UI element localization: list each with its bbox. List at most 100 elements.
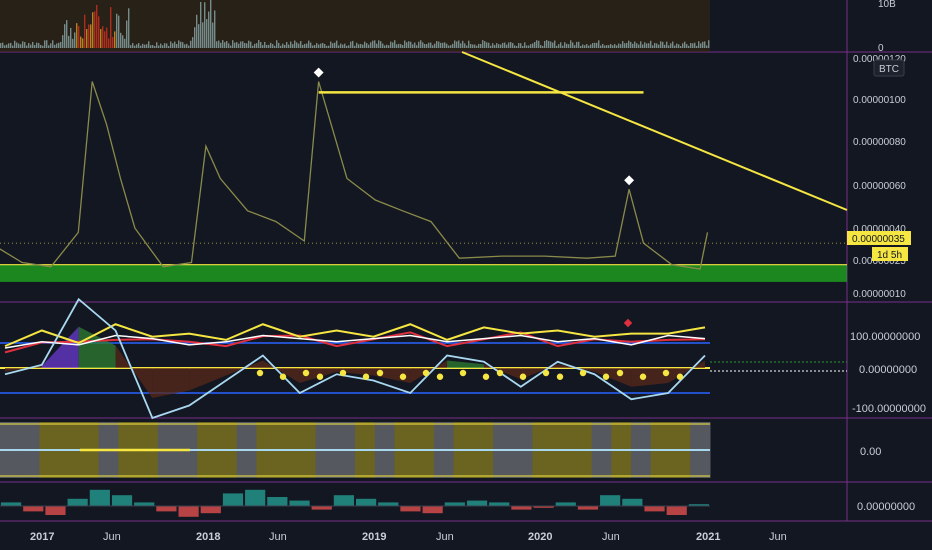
volume-bar (14, 40, 16, 48)
volume-bar (702, 41, 704, 48)
oscillator-signal-dot (639, 373, 647, 380)
volume-bar (144, 44, 146, 48)
volume-bar (640, 41, 642, 48)
volume-bar (258, 40, 260, 48)
currency-badge[interactable]: BTC (879, 64, 899, 75)
volume-bar (122, 35, 124, 48)
regime-axis[interactable]: 0.00 (860, 446, 881, 458)
volume-bar (514, 45, 516, 48)
volume-bar (186, 43, 188, 48)
volume-bar (92, 12, 94, 48)
volume-bar (646, 43, 648, 48)
volume-bar (220, 42, 222, 48)
volume-bar (222, 40, 224, 48)
volume-bar (246, 43, 248, 48)
volume-bar (236, 42, 238, 48)
regime-panel (0, 422, 711, 478)
volume-bar (478, 43, 480, 48)
time-axis-label: Jun (269, 531, 287, 543)
volume-bar (468, 40, 470, 48)
volume-bar (192, 37, 194, 48)
volume-bar (408, 41, 410, 48)
volume-bar (592, 43, 594, 48)
volume-bar (364, 41, 366, 48)
volume-bar (70, 27, 72, 48)
volume-bar (84, 14, 86, 49)
volume-bar (690, 43, 692, 48)
volume-bar (348, 45, 350, 48)
volume-bar (86, 29, 88, 48)
volume-panel (0, 0, 710, 52)
regime-axis-label: 0.00 (860, 446, 881, 458)
volume-bar (244, 42, 246, 48)
oscillator-signal-dot (376, 369, 384, 377)
volume-bar (376, 43, 378, 48)
volume-bar (384, 45, 386, 48)
volume-bar (456, 41, 458, 48)
chart-canvas[interactable]: 10B 0 0.00000120 0.00000100 0.00000080 0… (0, 0, 932, 550)
histogram-bar (178, 506, 199, 517)
volume-bar (330, 41, 332, 48)
oscillator-axis-label: 100.00000000 (850, 331, 920, 343)
oscillator-signal-dot (519, 373, 527, 380)
volume-bar (564, 42, 566, 48)
volume-bar (486, 42, 488, 48)
volume-bar (320, 43, 322, 48)
histogram-bar (444, 502, 465, 506)
volume-bar (624, 43, 626, 48)
volume-bar (230, 45, 232, 48)
volume-bar (648, 43, 650, 48)
volume-bar (216, 41, 218, 48)
volume-bar (558, 44, 560, 48)
volume-bar (176, 43, 178, 48)
volume-bar (436, 41, 438, 48)
volume-bar (412, 44, 414, 48)
volume-bar (38, 43, 40, 48)
histogram-axis[interactable]: 0.00000000 (857, 501, 915, 513)
histogram-bar (577, 506, 599, 510)
volume-bar (506, 44, 508, 48)
volume-bar (554, 40, 556, 48)
volume-bar (638, 44, 640, 48)
volume-bar (10, 42, 12, 48)
volume-bar (692, 43, 694, 48)
volume-bar (250, 41, 252, 48)
volume-bar (336, 40, 338, 48)
volume-bar (134, 45, 136, 48)
volume-bar (104, 31, 106, 48)
volume-bar (234, 42, 236, 48)
histogram-bar (267, 497, 288, 506)
volume-bar (526, 45, 528, 48)
volume-bar (696, 45, 698, 48)
volume-bar (126, 20, 128, 48)
volume-bar (200, 1, 202, 49)
histogram-bar (134, 502, 155, 506)
volume-bar (284, 44, 286, 48)
volume-bar (208, 11, 210, 48)
volume-bar (636, 43, 638, 48)
volume-bar (0, 43, 2, 48)
volume-bar (552, 42, 554, 48)
volume-bar (654, 43, 656, 48)
price-axis-label: 0.00000080 (853, 137, 906, 148)
volume-bar (370, 42, 372, 48)
volume-bar (534, 41, 536, 48)
volume-bar (492, 43, 494, 48)
histogram-bar (466, 500, 488, 506)
volume-bar (546, 40, 548, 48)
volume-bar (110, 7, 112, 49)
volume-bar (270, 42, 272, 48)
volume-bar (18, 43, 20, 48)
volume-bar (252, 45, 254, 48)
volume-bar (162, 45, 164, 48)
volume-bar (304, 43, 306, 48)
volume-bar (146, 44, 148, 48)
volume-bar (308, 40, 310, 48)
volume-bar (368, 44, 370, 48)
volume-bar (16, 42, 18, 48)
last-price-tag: 0.00000035 (852, 234, 905, 245)
volume-bar (580, 45, 582, 48)
volume-bar (398, 43, 400, 48)
volume-bar (12, 45, 14, 48)
volume-bar (566, 43, 568, 48)
